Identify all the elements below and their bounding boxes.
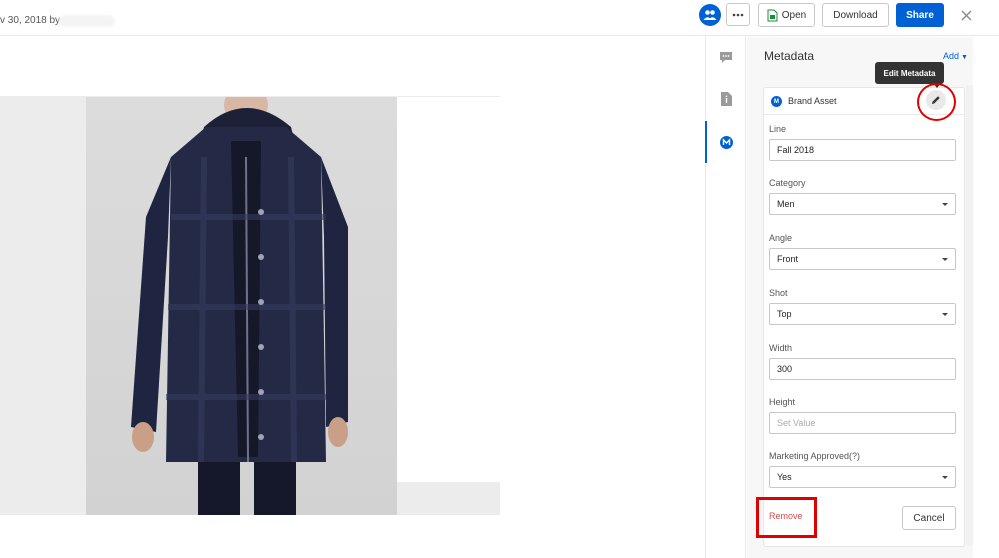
file-info-icon — [720, 92, 732, 106]
category-select[interactable]: Men — [769, 193, 956, 215]
field-label-category: Category — [769, 178, 806, 188]
share-button[interactable]: Share — [896, 3, 944, 27]
tab-metadata[interactable] — [716, 132, 736, 152]
width-input[interactable]: 300 — [769, 358, 956, 380]
metadata-template-icon: M — [771, 96, 782, 107]
owner-name-redacted — [59, 15, 115, 27]
edit-metadata-tooltip: Edit Metadata — [875, 62, 944, 84]
template-name: Brand Asset — [788, 96, 837, 106]
cancel-button[interactable]: Cancel — [902, 506, 956, 530]
open-button[interactable]: Open — [758, 3, 815, 27]
category-value: Men — [777, 199, 795, 209]
angle-select[interactable]: Front — [769, 248, 956, 270]
field-label-marketing-approved: Marketing Approved(?) — [769, 451, 861, 461]
remove-button[interactable]: Remove — [769, 511, 803, 521]
add-template-link[interactable]: Add ▼ — [943, 51, 968, 61]
open-file-icon — [767, 9, 778, 21]
shot-value: Top — [777, 309, 792, 319]
marketing-approved-value: Yes — [777, 472, 792, 482]
comments-icon — [720, 51, 732, 63]
ellipsis-icon — [732, 13, 744, 16]
chevron-down-icon — [942, 203, 948, 206]
preview-canvas-margin — [397, 97, 500, 482]
people-icon — [703, 10, 717, 20]
field-label-shot: Shot — [769, 288, 788, 298]
close-icon — [961, 10, 971, 20]
edit-metadata-button[interactable] — [926, 90, 946, 110]
field-label-angle: Angle — [769, 233, 793, 243]
tooltip-arrow — [933, 83, 941, 88]
sidebar-tabs — [705, 37, 746, 558]
field-label-line: Line — [769, 124, 787, 134]
active-tab-indicator — [705, 121, 707, 163]
product-photo — [86, 97, 397, 515]
chevron-down-icon — [942, 476, 948, 479]
top-bar: v 30, 2018 by Open Download Share — [0, 0, 999, 36]
more-options-button[interactable] — [726, 3, 750, 26]
shot-select[interactable]: Top — [769, 303, 956, 325]
field-label-width: Width — [769, 343, 793, 353]
file-meta-text: v 30, 2018 by — [0, 15, 61, 26]
metadata-icon — [719, 135, 733, 149]
chevron-down-icon — [942, 313, 948, 316]
panel-title: Metadata — [764, 49, 815, 63]
jacket-figure-image — [131, 97, 348, 515]
collaborators-button[interactable] — [699, 4, 721, 26]
chevron-down-icon: ▼ — [961, 54, 968, 61]
cancel-button-label: Cancel — [913, 512, 945, 524]
angle-value: Front — [777, 254, 799, 264]
line-input[interactable]: Fall 2018 — [769, 139, 956, 161]
panel-scrollbar[interactable] — [966, 85, 973, 545]
chevron-down-icon — [942, 258, 948, 261]
open-button-label: Open — [781, 9, 807, 21]
tab-comments[interactable] — [716, 47, 736, 67]
pencil-icon — [932, 96, 940, 104]
field-label-height: Height — [769, 397, 796, 407]
share-button-label: Share — [906, 9, 934, 21]
download-button[interactable]: Download — [822, 3, 889, 27]
height-input[interactable]: Set Value — [769, 412, 956, 434]
tab-file-info[interactable] — [716, 89, 736, 109]
close-preview-button[interactable] — [957, 6, 975, 24]
marketing-approved-select[interactable]: Yes — [769, 466, 956, 488]
download-button-label: Download — [833, 9, 878, 21]
add-template-label: Add — [943, 51, 960, 61]
